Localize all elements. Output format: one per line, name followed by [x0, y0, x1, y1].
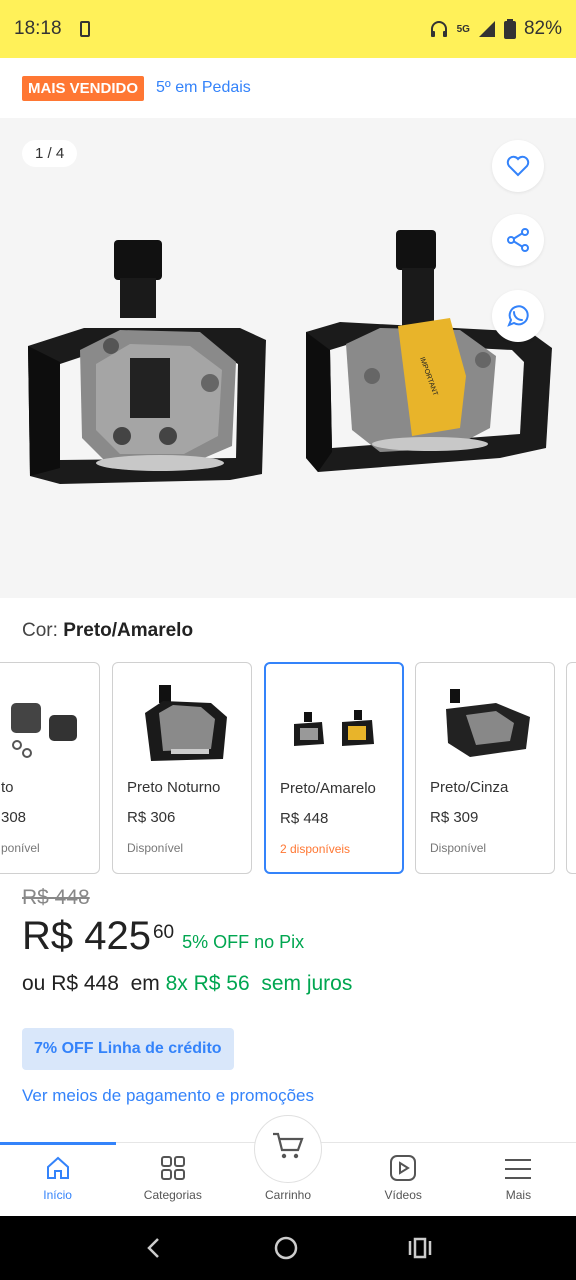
best-seller-badge: MAIS VENDIDO	[22, 75, 145, 101]
cart-icon	[273, 1132, 304, 1159]
back-icon[interactable]	[144, 1236, 164, 1260]
headphones-icon	[430, 21, 447, 37]
color-value: Preto/Amarelo	[63, 620, 194, 641]
whatsapp-icon	[507, 305, 529, 327]
current-price: R$ 425 60 5% OFF no Pix	[22, 914, 304, 959]
network-label: 5G	[456, 23, 470, 35]
variant-stock: Disponível	[430, 841, 487, 855]
price-main: R$ 425	[22, 914, 151, 958]
product-image[interactable]: IMPORTANT	[0, 118, 576, 598]
variant-card[interactable]: Preto Noturno R$ 306 Disponível	[112, 662, 252, 874]
variant-stock: ponível	[1, 841, 40, 855]
heart-icon	[506, 155, 530, 177]
product-gallery[interactable]: 1 / 4 IMPORTANT	[0, 118, 576, 598]
nav-videos[interactable]: Vídeos	[346, 1143, 461, 1216]
nav-home-label: Início	[43, 1188, 72, 1202]
variant-name: to	[1, 779, 14, 796]
sim-icon	[79, 21, 90, 37]
favorite-button[interactable]	[492, 140, 544, 192]
status-time: 18:18	[14, 18, 62, 39]
credit-offer-badge: 7% OFF Linha de crédito	[22, 1028, 234, 1070]
nav-videos-label: Vídeos	[384, 1188, 422, 1202]
nav-cart-label: Carrinho	[264, 1188, 312, 1202]
battery-level: 82%	[523, 18, 562, 39]
whatsapp-button[interactable]	[492, 290, 544, 342]
variant-card-selected[interactable]: Preto/Amarelo R$ 448 2 disponíveis	[264, 662, 404, 874]
menu-icon	[505, 1159, 532, 1179]
color-selector-title: Cor: Preto/Amarelo	[22, 620, 193, 642]
variant-name: Preto Noturno	[127, 779, 221, 796]
variant-thumbnail	[446, 689, 530, 757]
system-navigation	[0, 1216, 576, 1280]
variant-price: R$ 448	[280, 810, 329, 827]
share-icon	[507, 228, 529, 252]
installments: ou R$ 448 em 8x R$ 56 sem juros	[22, 972, 352, 996]
pix-discount: 5% OFF no Pix	[182, 932, 305, 952]
color-variants: to 308 ponível Preto Noturno R$ 306 Disp…	[0, 662, 576, 874]
payment-methods-link[interactable]: Ver meios de pagamento e promoções	[22, 1086, 314, 1106]
nav-more-label: Mais	[505, 1188, 532, 1202]
installment-highlight: 8x R$ 56 sem juros	[165, 972, 353, 995]
cart-bubble[interactable]	[254, 1115, 322, 1183]
variant-card[interactable]: to 308 ponível	[0, 662, 100, 874]
nav-cart[interactable]: Carrinho	[230, 1115, 345, 1216]
home-circle-icon[interactable]	[273, 1235, 299, 1261]
variant-thumbnail	[11, 703, 77, 758]
variant-name: Preto/Amarelo	[280, 780, 376, 797]
ranking-link[interactable]: 5º em Pedais	[156, 79, 251, 97]
variant-price: R$ 306	[127, 809, 176, 826]
nav-home[interactable]: Início	[0, 1143, 115, 1216]
price-cents: 60	[152, 922, 175, 943]
variant-thumbnail	[145, 685, 227, 761]
variant-card[interactable]: Preto/Cinza R$ 309 Disponível	[415, 662, 555, 874]
color-label: Cor:	[22, 620, 64, 641]
variant-name: Preto/Cinza	[430, 779, 509, 796]
installment-prefix: ou R$ 448 em	[22, 972, 166, 995]
bottom-navigation: Início Categorias Carrinho Vídeos Mais	[0, 1115, 576, 1216]
signal-icon	[478, 21, 495, 37]
recents-icon[interactable]	[408, 1236, 432, 1260]
variant-stock: Disponível	[127, 841, 184, 855]
play-icon	[390, 1155, 417, 1181]
share-button[interactable]	[492, 214, 544, 266]
product-badges: MAIS VENDIDO 5º em Pedais	[0, 58, 576, 118]
variant-price: 308	[1, 809, 27, 826]
battery-icon	[503, 19, 516, 39]
status-bar: 18:18 5G 82%	[0, 0, 576, 58]
variant-card[interactable]	[566, 662, 576, 874]
home-icon	[46, 1156, 69, 1179]
status-right: 5G 82%	[429, 18, 562, 40]
variant-thumbnail	[294, 710, 374, 746]
nav-more[interactable]: Mais	[461, 1143, 576, 1216]
nav-categories-label: Categorias	[143, 1188, 202, 1202]
variant-stock: 2 disponíveis	[280, 842, 351, 856]
nav-categories[interactable]: Categorias	[115, 1143, 230, 1216]
grid-icon	[160, 1156, 185, 1180]
original-price: R$ 448	[22, 886, 90, 909]
variant-price: R$ 309	[430, 809, 479, 826]
